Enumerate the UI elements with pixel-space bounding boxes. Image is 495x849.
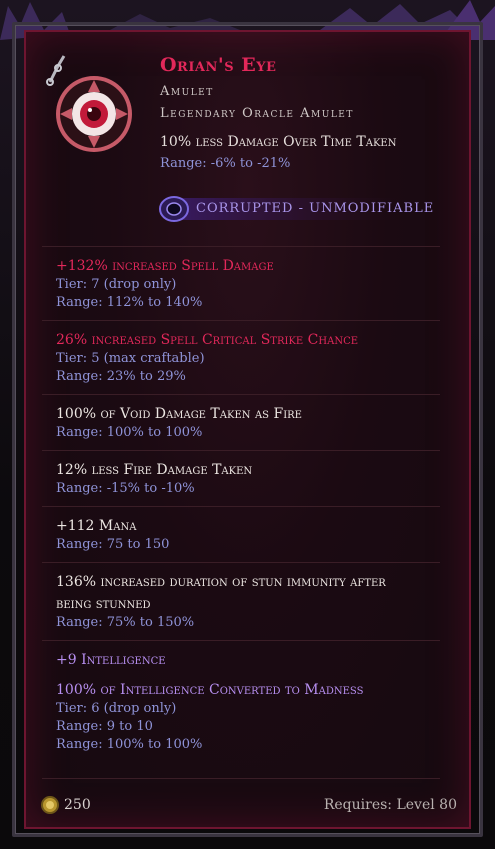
item-name: Orian's Eye	[160, 54, 277, 76]
affix-less-fire-taken: 12% less Fire Damage Taken Range: -15% t…	[56, 460, 446, 498]
affix-tier: Tier: 6 (drop only)	[56, 701, 177, 716]
divider	[42, 506, 440, 507]
affix-text: +112 Mana	[56, 518, 137, 534]
affix-mana: +112 Mana Range: 75 to 150	[56, 516, 446, 554]
affix-range: Range: 23% to 29%	[56, 369, 186, 384]
affix-text: +9 Intelligence	[56, 652, 166, 668]
affix-tier: Tier: 7 (drop only)	[56, 277, 177, 292]
implicit-text: 10% less Damage Over Time Taken	[160, 134, 397, 150]
divider	[42, 394, 440, 395]
affix-text: 12% less Fire Damage Taken	[56, 462, 253, 478]
affix-text-madness: 100% of Intelligence Converted to Madnes…	[56, 682, 364, 698]
divider	[42, 320, 440, 321]
affix-range: Range: 75 to 150	[56, 537, 170, 552]
affix-range: Range: 75% to 150%	[56, 615, 195, 630]
corrupted-label: CORRUPTED - UNMODIFIABLE	[196, 201, 435, 216]
level-requirement: Requires: Level 80	[323, 797, 457, 813]
amulet-eye-icon	[46, 55, 132, 152]
implicit-range: Range: -6% to -21%	[160, 156, 291, 171]
affix-set-intelligence: +9 Intelligence 100% of Intelligence Con…	[56, 650, 446, 754]
affix-range-2: Range: 100% to 100%	[56, 737, 203, 752]
affix-spell-crit: 26% increased Spell Critical Strike Chan…	[56, 330, 446, 386]
divider	[42, 450, 440, 451]
affix-text: 100% of Void Damage Taken as Fire	[56, 406, 302, 422]
item-tooltip-frame: Orian's Eye Amulet Legendary Oracle Amul…	[0, 0, 495, 849]
affix-range: Range: -15% to -10%	[56, 481, 195, 496]
divider	[42, 640, 440, 641]
affix-text-line2: being stunned	[56, 596, 151, 612]
gold-coin-icon	[41, 796, 59, 814]
affix-tier: Tier: 5 (max craftable)	[56, 351, 205, 366]
affix-text: +132% increased Spell Damage	[56, 258, 274, 274]
affix-range: Range: 100% to 100%	[56, 425, 203, 440]
affix-void-as-fire: 100% of Void Damage Taken as Fire Range:…	[56, 404, 446, 442]
affix-range: Range: 112% to 140%	[56, 295, 203, 310]
affix-text-line1: 136% increased duration of stun immunity…	[56, 574, 386, 590]
divider	[42, 246, 440, 247]
affix-text: 26% increased Spell Critical Strike Chan…	[56, 332, 359, 348]
affix-range: Range: 9 to 10	[56, 719, 153, 734]
item-rarity-type: Legendary Oracle Amulet	[160, 106, 354, 121]
affix-stun-immunity: 136% increased duration of stun immunity…	[56, 572, 446, 632]
item-base-type: Amulet	[160, 84, 214, 99]
affix-spell-damage: +132% increased Spell Damage Tier: 7 (dr…	[56, 256, 446, 312]
divider	[42, 562, 440, 563]
footer-divider	[42, 778, 440, 779]
gold-value: 250	[64, 797, 91, 813]
